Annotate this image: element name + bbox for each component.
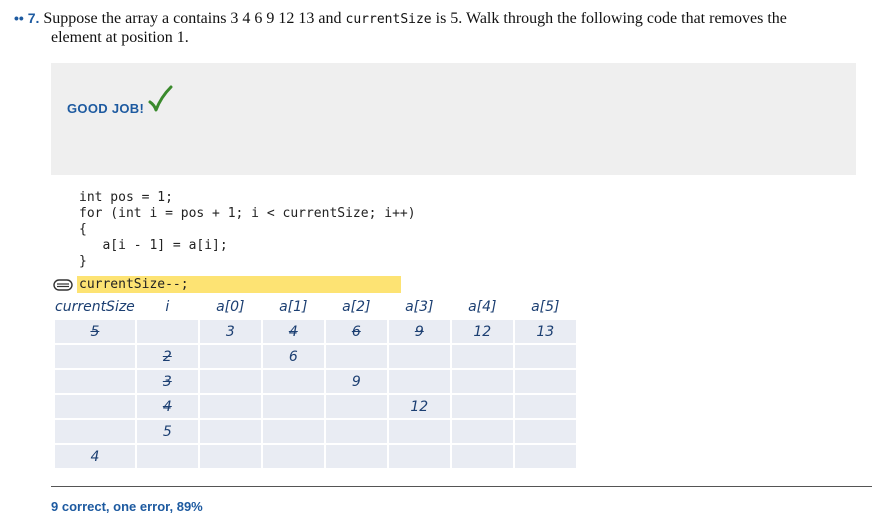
- highlighted-code-line: currentSize--;: [79, 277, 189, 292]
- code-line: a[i - 1] = a[i];: [79, 238, 228, 253]
- table-cell[interactable]: [514, 370, 576, 393]
- cell-value: 12: [410, 398, 429, 415]
- cell-value: 6: [351, 323, 361, 340]
- header-i: i: [165, 298, 170, 315]
- table-cell[interactable]: [136, 320, 198, 343]
- table-cell[interactable]: [199, 420, 261, 443]
- code-line: {: [79, 222, 87, 237]
- question-text-part2: is 5. Walk through the following code th…: [435, 10, 787, 27]
- table-cell[interactable]: 2: [136, 345, 198, 368]
- table-cell[interactable]: [55, 370, 135, 393]
- table-cell[interactable]: 13: [514, 320, 576, 343]
- feedback-panel: GOOD JOB!: [51, 63, 856, 175]
- table-cell[interactable]: [451, 420, 513, 443]
- table-cell[interactable]: 4: [55, 445, 135, 468]
- table-cell[interactable]: 3: [199, 320, 261, 343]
- table-row: 39: [55, 370, 576, 393]
- table-cell[interactable]: 6: [325, 320, 387, 343]
- table-cell[interactable]: 5: [55, 320, 135, 343]
- table-cell[interactable]: [388, 445, 450, 468]
- table-row: 4: [55, 445, 576, 468]
- table-cell[interactable]: 3: [136, 370, 198, 393]
- cell-value: 6: [288, 348, 298, 365]
- table-cell[interactable]: [199, 445, 261, 468]
- code-line: for (int i = pos + 1; i < currentSize; i…: [79, 206, 416, 221]
- checkmark-icon: [148, 85, 173, 112]
- cell-value: 9: [351, 373, 361, 390]
- header-a4: a[4]: [468, 298, 497, 315]
- table-cell[interactable]: [388, 370, 450, 393]
- table-cell[interactable]: [262, 420, 324, 443]
- table-cell[interactable]: [451, 345, 513, 368]
- table-cell[interactable]: [388, 345, 450, 368]
- table-row: 4 12: [55, 395, 576, 418]
- cell-value: 9: [414, 323, 424, 340]
- table-cell[interactable]: 5: [136, 420, 198, 443]
- cell-value: 4: [162, 398, 172, 415]
- header-a1: a[1]: [279, 298, 308, 315]
- table-cell[interactable]: 4: [136, 395, 198, 418]
- table-cell[interactable]: [199, 370, 261, 393]
- table-row: 5: [55, 420, 576, 443]
- table-cell[interactable]: [514, 445, 576, 468]
- table-cell[interactable]: [451, 395, 513, 418]
- table-cell[interactable]: [325, 395, 387, 418]
- table-cell[interactable]: 9: [325, 370, 387, 393]
- feedback-message: GOOD JOB!: [67, 101, 145, 116]
- table-cell[interactable]: [55, 345, 135, 368]
- table-cell[interactable]: 12: [388, 395, 450, 418]
- table-row: 26: [55, 345, 576, 368]
- table-cell[interactable]: [325, 345, 387, 368]
- trace-table: currentSize i a[0] a[1] a[2] a[3] a[4] a…: [53, 293, 578, 470]
- table-cell[interactable]: 4: [262, 320, 324, 343]
- question-number: •• 7.: [14, 10, 40, 26]
- table-cell[interactable]: [136, 445, 198, 468]
- header-currentsize: currentSize: [55, 298, 135, 315]
- divider: [51, 486, 872, 487]
- table-cell[interactable]: [262, 445, 324, 468]
- table-cell[interactable]: [514, 420, 576, 443]
- code-line: }: [79, 254, 87, 269]
- question-text-part1: Suppose the array a contains 3 4 6 9 12 …: [43, 10, 342, 27]
- table-cell[interactable]: [262, 370, 324, 393]
- header-a0: a[0]: [216, 298, 245, 315]
- cell-value: 5: [90, 323, 100, 340]
- cell-value: 2: [162, 348, 172, 365]
- cell-value: 3: [162, 373, 172, 390]
- header-a2: a[2]: [342, 298, 371, 315]
- table-cell[interactable]: [55, 395, 135, 418]
- header-a3: a[3]: [405, 298, 434, 315]
- table-cell[interactable]: 9: [388, 320, 450, 343]
- table-cell[interactable]: 6: [262, 345, 324, 368]
- cell-value: 12: [473, 323, 492, 340]
- code-block: int pos = 1; for (int i = pos + 1; i < cu…: [79, 190, 416, 270]
- table-cell[interactable]: [514, 345, 576, 368]
- trace-header-row: currentSize i a[0] a[1] a[2] a[3] a[4] a…: [55, 295, 576, 318]
- table-cell[interactable]: [514, 395, 576, 418]
- question-code-term: currentSize: [345, 12, 432, 27]
- score-summary: 9 correct, one error, 89%: [51, 499, 203, 514]
- header-a5: a[5]: [531, 298, 560, 315]
- table-cell[interactable]: [325, 420, 387, 443]
- table-cell[interactable]: [451, 445, 513, 468]
- question-text-line2: element at position 1.: [51, 29, 189, 46]
- cell-value: 13: [536, 323, 555, 340]
- table-cell[interactable]: [55, 420, 135, 443]
- question-text: •• 7. Suppose the array a contains 3 4 6…: [14, 9, 864, 47]
- table-cell[interactable]: [325, 445, 387, 468]
- cell-value: 3: [225, 323, 235, 340]
- table-cell[interactable]: [451, 370, 513, 393]
- table-row: 5 3 4 6 9 12 13: [55, 320, 576, 343]
- cell-value: 4: [90, 448, 100, 465]
- cell-value: 5: [162, 423, 172, 440]
- table-cell[interactable]: [388, 420, 450, 443]
- eraser-icon[interactable]: [53, 279, 73, 291]
- table-cell[interactable]: [262, 395, 324, 418]
- code-line: int pos = 1;: [79, 190, 173, 205]
- table-cell[interactable]: [199, 345, 261, 368]
- cell-value: 4: [288, 323, 298, 340]
- table-cell[interactable]: 12: [451, 320, 513, 343]
- table-cell[interactable]: [199, 395, 261, 418]
